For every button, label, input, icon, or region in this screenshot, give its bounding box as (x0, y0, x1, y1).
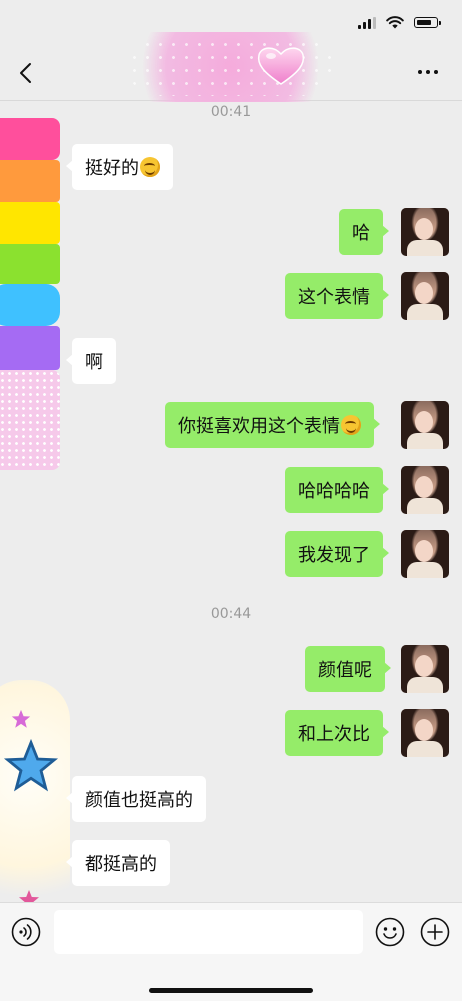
message-text: 颜值也挺高的 (85, 790, 193, 811)
message-bubble-outgoing[interactable]: 这个表情 (285, 273, 389, 319)
message-text: 哈 (352, 223, 370, 244)
more-dots-icon[interactable] (418, 62, 444, 82)
message-bubble-outgoing[interactable]: 哈 (339, 209, 389, 255)
avatar[interactable] (401, 530, 449, 578)
message-text: 啊 (85, 352, 103, 373)
star-icon (11, 709, 31, 728)
message-text: 挺好的 (85, 158, 139, 179)
home-indicator (149, 988, 313, 993)
rainbow-sticker (0, 118, 64, 488)
star-sticker (0, 680, 70, 920)
message-bubble-outgoing[interactable]: 和上次比 (285, 710, 389, 756)
message-bubble-incoming[interactable]: 挺好的 (66, 144, 173, 190)
message-text: 我发现了 (298, 545, 370, 566)
status-icons (358, 16, 441, 29)
smiley-icon[interactable] (375, 917, 405, 947)
timestamp: 00:41 (210, 104, 252, 120)
grinning-sweat-emoji-icon (341, 415, 361, 435)
message-text: 都挺高的 (85, 854, 157, 875)
message-text: 哈哈哈哈 (298, 481, 370, 502)
avatar[interactable] (401, 401, 449, 449)
title-sticker (118, 32, 343, 102)
avatar[interactable] (401, 466, 449, 514)
input-bar (0, 902, 462, 1001)
message-bubble-incoming[interactable]: 颜值也挺高的 (66, 776, 206, 822)
message-input[interactable] (54, 910, 363, 954)
message-text: 你挺喜欢用这个表情 (178, 416, 340, 437)
chat-header (0, 32, 462, 102)
message-text: 和上次比 (298, 724, 370, 745)
message-bubble-outgoing[interactable]: 颜值呢 (305, 646, 391, 692)
avatar[interactable] (401, 709, 449, 757)
avatar[interactable] (401, 272, 449, 320)
message-bubble-outgoing[interactable]: 你挺喜欢用这个表情 (165, 402, 380, 448)
star-icon (3, 738, 59, 792)
timestamp: 00:44 (210, 606, 252, 622)
chevron-left-icon[interactable] (14, 58, 42, 88)
message-bubble-outgoing[interactable]: 我发现了 (285, 531, 389, 577)
heart-icon (257, 47, 305, 85)
message-text: 颜值呢 (318, 660, 372, 681)
message-text: 这个表情 (298, 287, 370, 308)
message-bubble-incoming[interactable]: 啊 (66, 338, 116, 384)
message-bubble-outgoing[interactable]: 哈哈哈哈 (285, 467, 389, 513)
voice-icon[interactable] (11, 917, 41, 947)
plus-icon[interactable] (420, 917, 450, 947)
avatar[interactable] (401, 208, 449, 256)
avatar[interactable] (401, 645, 449, 693)
grinning-sweat-emoji-icon (140, 157, 160, 177)
message-bubble-incoming[interactable]: 都挺高的 (66, 840, 170, 886)
signal-icon (358, 16, 376, 29)
battery-icon (414, 17, 441, 28)
wifi-icon (386, 16, 404, 29)
